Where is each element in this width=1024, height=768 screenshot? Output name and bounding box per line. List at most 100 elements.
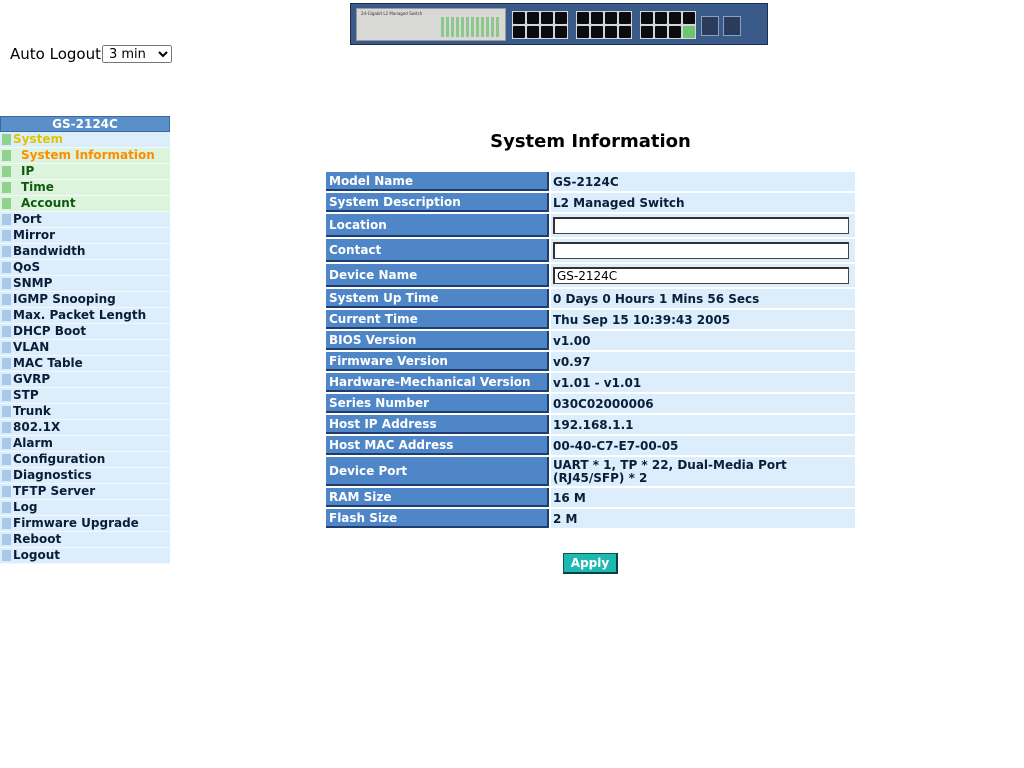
sidebar-item-dhcp-boot[interactable]: DHCP Boot — [0, 324, 170, 340]
menu-square-icon — [2, 198, 11, 209]
row-label: Host MAC Address — [326, 436, 549, 455]
menu-square-icon — [2, 182, 11, 193]
device-front-plate: 24-Gigabit L2 Managed Switch — [356, 8, 506, 41]
auto-logout-label: Auto Logout — [10, 45, 101, 63]
sidebar-item-8021x[interactable]: 802.1X — [0, 420, 170, 436]
row-system-description: System Description L2 Managed Switch — [326, 193, 855, 212]
sidebar-item-max-packet-length[interactable]: Max. Packet Length — [0, 308, 170, 324]
sidebar-item-log[interactable]: Log — [0, 500, 170, 516]
system-info-table: Model Name GS-2124C System Description L… — [326, 172, 855, 530]
device-banner-image: 24-Gigabit L2 Managed Switch — [350, 3, 768, 45]
row-label: Model Name — [326, 172, 549, 191]
menu-square-icon — [2, 294, 11, 305]
row-label: System Description — [326, 193, 549, 212]
menu-square-icon — [2, 502, 11, 513]
contact-input[interactable] — [553, 242, 849, 259]
sidebar-menu: GS-2124C System System Information IP Ti… — [0, 116, 170, 564]
row-model-name: Model Name GS-2124C — [326, 172, 855, 191]
menu-square-icon — [2, 310, 11, 321]
row-value: 0 Days 0 Hours 1 Mins 56 Secs — [551, 289, 855, 308]
port-group-2 — [576, 11, 632, 39]
menu-square-icon — [2, 278, 11, 289]
sidebar-item-bandwidth[interactable]: Bandwidth — [0, 244, 170, 260]
sidebar-item-mirror[interactable]: Mirror — [0, 228, 170, 244]
auto-logout: Auto Logout 3 min — [10, 44, 172, 64]
row-label: Series Number — [326, 394, 549, 413]
row-value: 2 M — [551, 509, 855, 528]
row-label: RAM Size — [326, 488, 549, 507]
menu-square-icon — [2, 470, 11, 481]
row-location: Location — [326, 214, 855, 237]
sidebar-item-tftp-server[interactable]: TFTP Server — [0, 484, 170, 500]
sidebar-item-account[interactable]: Account — [0, 196, 170, 212]
menu-square-icon — [2, 134, 11, 145]
row-hardware-mechanical-version: Hardware-Mechanical Version v1.01 - v1.0… — [326, 373, 855, 392]
sidebar-item-qos[interactable]: QoS — [0, 260, 170, 276]
row-current-time: Current Time Thu Sep 15 10:39:43 2005 — [326, 310, 855, 329]
sidebar-item-time[interactable]: Time — [0, 180, 170, 196]
row-label: Location — [326, 214, 549, 237]
sidebar-item-trunk[interactable]: Trunk — [0, 404, 170, 420]
sidebar-header: GS-2124C — [0, 116, 170, 132]
row-value: v0.97 — [551, 352, 855, 371]
menu-square-icon — [2, 486, 11, 497]
row-value — [551, 214, 855, 237]
auto-logout-select[interactable]: 3 min — [101, 45, 172, 63]
sidebar-item-gvrp[interactable]: GVRP — [0, 372, 170, 388]
sidebar-item-vlan[interactable]: VLAN — [0, 340, 170, 356]
row-value: 030C02000006 — [551, 394, 855, 413]
menu-square-icon — [2, 374, 11, 385]
sidebar-item-alarm[interactable]: Alarm — [0, 436, 170, 452]
row-value — [551, 239, 855, 262]
sidebar-item-system[interactable]: System — [0, 132, 170, 148]
row-label: Device Name — [326, 264, 549, 287]
page-title: System Information — [490, 131, 691, 152]
row-series-number: Series Number 030C02000006 — [326, 394, 855, 413]
row-value: 00-40-C7-E7-00-05 — [551, 436, 855, 455]
location-input[interactable] — [553, 217, 849, 234]
row-label: Device Port — [326, 457, 549, 486]
sidebar-item-ip[interactable]: IP — [0, 164, 170, 180]
sidebar-item-stp[interactable]: STP — [0, 388, 170, 404]
menu-square-icon — [2, 230, 11, 241]
sidebar-item-logout[interactable]: Logout — [0, 548, 170, 564]
row-label: Contact — [326, 239, 549, 262]
banner-brand-text: 24-Gigabit L2 Managed Switch — [361, 11, 423, 16]
menu-square-icon — [2, 166, 11, 177]
menu-square-icon — [2, 406, 11, 417]
menu-square-icon — [2, 550, 11, 561]
menu-square-icon — [2, 342, 11, 353]
led-panel — [441, 17, 499, 37]
device-name-input[interactable] — [553, 267, 849, 284]
row-value: Thu Sep 15 10:39:43 2005 — [551, 310, 855, 329]
sidebar-item-mac-table[interactable]: MAC Table — [0, 356, 170, 372]
device-port-line-2: (RJ45/SFP) * 2 — [553, 470, 648, 485]
sfp-port-2 — [723, 16, 741, 36]
row-value: v1.00 — [551, 331, 855, 350]
row-label: BIOS Version — [326, 331, 549, 350]
row-value: L2 Managed Switch — [551, 193, 855, 212]
row-label: Host IP Address — [326, 415, 549, 434]
row-contact: Contact — [326, 239, 855, 262]
row-value: UART * 1, TP * 22, Dual-Media Port (RJ45… — [551, 457, 855, 486]
row-system-up-time: System Up Time 0 Days 0 Hours 1 Mins 56 … — [326, 289, 855, 308]
row-label: System Up Time — [326, 289, 549, 308]
sidebar-item-firmware-upgrade[interactable]: Firmware Upgrade — [0, 516, 170, 532]
sidebar-item-diagnostics[interactable]: Diagnostics — [0, 468, 170, 484]
sidebar-item-igmp-snooping[interactable]: IGMP Snooping — [0, 292, 170, 308]
row-label: Firmware Version — [326, 352, 549, 371]
sidebar-item-port[interactable]: Port — [0, 212, 170, 228]
menu-square-icon — [2, 150, 11, 161]
sidebar-item-reboot[interactable]: Reboot — [0, 532, 170, 548]
port-group-3 — [640, 11, 696, 39]
apply-button[interactable]: Apply — [563, 553, 618, 574]
row-value: 192.168.1.1 — [551, 415, 855, 434]
sidebar-item-system-information[interactable]: System Information — [0, 148, 170, 164]
row-device-name: Device Name — [326, 264, 855, 287]
sidebar-item-snmp[interactable]: SNMP — [0, 276, 170, 292]
row-value: v1.01 - v1.01 — [551, 373, 855, 392]
sidebar-item-configuration[interactable]: Configuration — [0, 452, 170, 468]
menu-square-icon — [2, 262, 11, 273]
row-ram-size: RAM Size 16 M — [326, 488, 855, 507]
row-bios-version: BIOS Version v1.00 — [326, 331, 855, 350]
